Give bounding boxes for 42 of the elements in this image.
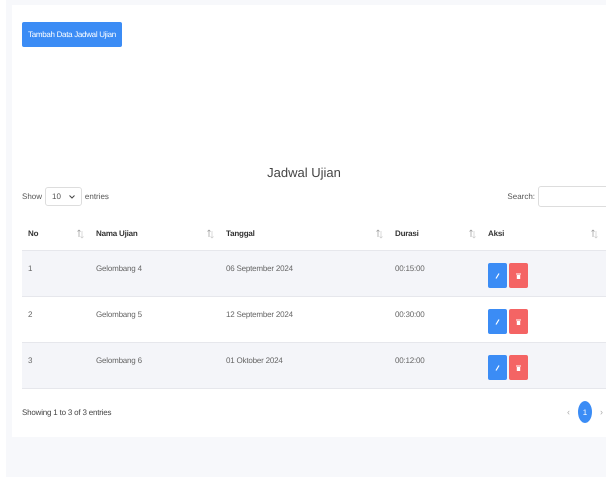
pencil-icon [495,318,500,324]
sort-icon[interactable] [469,228,476,238]
chevron-down-icon [68,194,75,198]
show-label: Show [22,192,42,201]
entries-label: entries [84,192,109,201]
exam-date: 12 September 2024 [225,309,294,321]
sort-icon[interactable] [77,228,84,238]
column-header[interactable]: Tanggal [220,217,389,250]
sort-icon[interactable] [376,228,383,238]
trash-icon [516,318,521,324]
trash-icon [516,272,521,278]
column-header[interactable]: Nama Ujian [90,217,220,250]
row-number: 1 [27,263,34,275]
edit-button[interactable] [488,263,507,288]
pencil-icon [495,364,500,370]
exam-date: 01 Oktober 2024 [225,355,284,367]
edit-button[interactable] [488,309,507,334]
exam-name: Gelombang 6 [95,355,143,367]
exam-duration: 00:12:00 [394,355,426,367]
row-number: 2 [27,309,34,321]
search-label: Search: [507,192,535,201]
delete-button[interactable] [509,309,528,334]
exam-duration: 00:15:00 [394,263,426,275]
pencil-icon [495,272,500,278]
exam-duration: 00:30:00 [394,309,426,321]
exam-name: Gelombang 4 [95,263,143,275]
entries-select[interactable]: 10 [45,187,82,206]
exam-name: Gelombang 5 [95,309,143,321]
exam-date: 06 September 2024 [225,263,294,275]
column-header[interactable]: Aksi [482,217,604,250]
trash-icon [516,364,521,370]
table-title: Jadwal Ujian [266,165,342,180]
delete-button[interactable] [509,263,528,288]
row-number: 3 [27,355,34,367]
entries-info: Showing 1 to 3 of 3 entries [22,408,112,416]
delete-button[interactable] [509,355,528,380]
column-header[interactable]: Durasi [389,217,482,250]
column-header[interactable]: No [22,217,90,250]
sort-icon[interactable] [207,228,214,238]
search-field[interactable] [538,186,606,207]
sort-icon[interactable] [591,228,598,238]
edit-button[interactable] [488,355,507,380]
